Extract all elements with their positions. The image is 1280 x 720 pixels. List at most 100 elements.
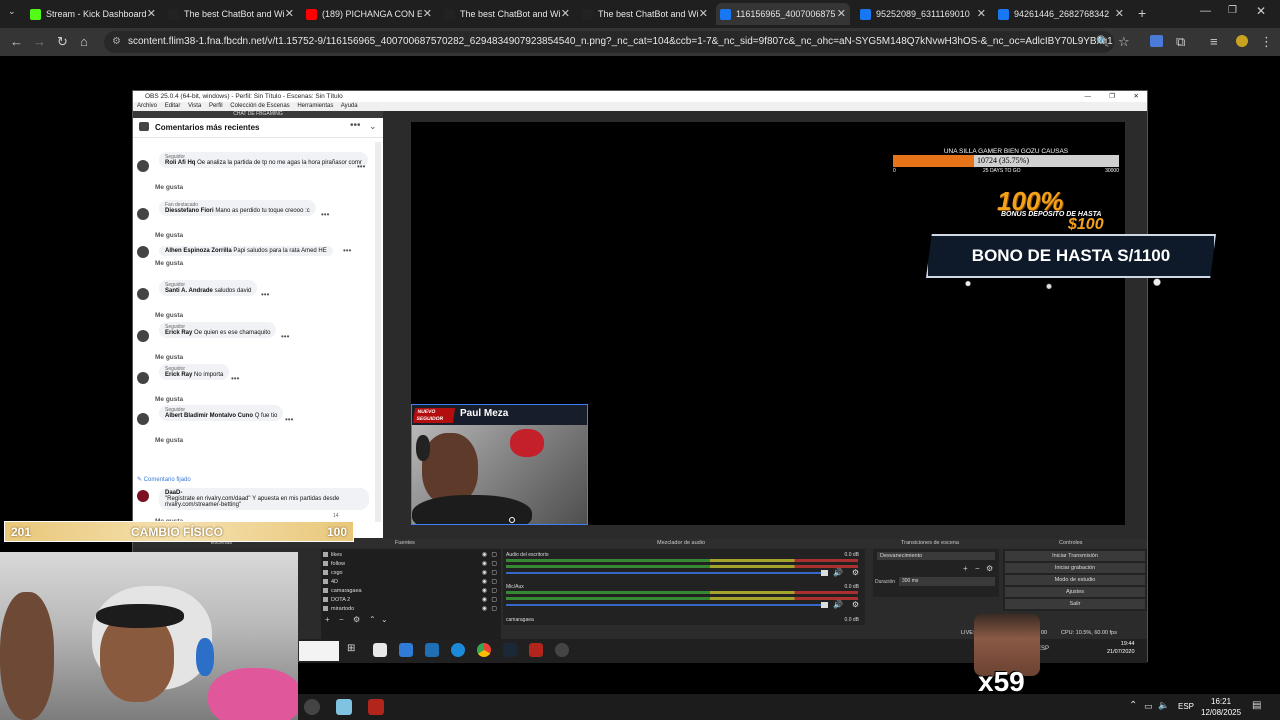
close-tab-icon[interactable]: ✕ — [699, 7, 708, 20]
source-row[interactable]: follow ◉ ▢ — [321, 560, 501, 568]
duration-field[interactable]: 300 ms — [899, 577, 995, 586]
like-link[interactable]: Me gusta — [155, 232, 183, 239]
speaker-icon[interactable]: 🔊 — [833, 568, 843, 577]
lock-icon[interactable]: ▢ — [491, 587, 497, 595]
eye-icon[interactable]: ◉ — [482, 587, 487, 595]
transition-select[interactable]: Desvanecimiento — [877, 552, 995, 560]
volume-slider-handle[interactable] — [821, 602, 828, 608]
eye-icon[interactable]: ◉ — [482, 578, 487, 586]
system-clock[interactable]: 16:21 12/08/2025 — [1201, 696, 1241, 718]
zoom-icon[interactable]: 🔍 — [1096, 35, 1110, 48]
transition-settings-icon[interactable]: ⚙ — [986, 564, 993, 573]
source-row[interactable]: csgo ◉ ▢ — [321, 569, 501, 577]
chat-options-icon[interactable]: ••• — [350, 120, 361, 131]
close-tab-icon[interactable]: ✕ — [423, 7, 432, 20]
comment-author[interactable]: Diesstefano Fiori — [165, 208, 214, 214]
chevron-down-icon[interactable]: ⌄ — [369, 121, 377, 132]
browser-tab[interactable]: 95252089_6311169010 ✕ — [856, 3, 990, 25]
url-field[interactable]: ⚙ scontent.flim38-1.fna.fbcdn.net/v/t1.1… — [104, 31, 1114, 53]
minimize-icon[interactable]: — — [1200, 5, 1211, 17]
bookmark-star-icon[interactable]: ☆ — [1118, 34, 1130, 50]
lock-icon[interactable]: ▢ — [491, 569, 497, 577]
add-source-icon[interactable]: + — [325, 615, 330, 624]
browser-tab[interactable]: 94261446_2682768342 ✕ — [994, 3, 1128, 25]
volume-slider[interactable] — [506, 604, 826, 606]
close-tab-icon[interactable]: ✕ — [1115, 7, 1124, 20]
lock-icon[interactable]: ▢ — [491, 605, 497, 613]
menu-vista[interactable]: Vista — [188, 103, 201, 109]
source-row[interactable]: camaragaea ◉ ▢ — [321, 587, 501, 595]
volume-slider[interactable] — [506, 572, 826, 574]
dota-app-icon[interactable] — [368, 699, 384, 715]
comment-options-icon[interactable]: ••• — [261, 290, 269, 299]
comment-author[interactable]: Roli Afi Hq — [165, 160, 195, 166]
browser-tab[interactable]: (189) PICHANGA CON EL ✕ — [302, 3, 436, 25]
like-link[interactable]: Me gusta — [155, 312, 183, 319]
exit-button[interactable]: Salir — [1005, 599, 1145, 609]
source-row[interactable]: mirartodo ◉ ▢ — [321, 605, 501, 613]
browser-tab[interactable]: 116156965_4007006875 ✕ — [716, 3, 850, 25]
gear-icon[interactable]: ⚙ — [852, 568, 859, 577]
obs-minimize-icon[interactable]: — — [1085, 91, 1092, 102]
obs-preview[interactable]: UNA SILLA GAMER BIEN GOZU CAUSAS 10724 (… — [411, 122, 1216, 525]
notepad-icon[interactable] — [336, 699, 352, 715]
comment-options-icon[interactable]: ••• — [343, 246, 351, 255]
translate-icon[interactable] — [1150, 35, 1163, 47]
browser-tab[interactable]: The best ChatBot and Wi ✕ — [578, 3, 712, 25]
gear-icon[interactable]: ⚙ — [852, 600, 859, 609]
like-link[interactable]: Me gusta — [155, 354, 183, 361]
close-tab-icon[interactable]: ✕ — [147, 7, 156, 20]
eye-icon[interactable]: ◉ — [482, 551, 487, 559]
eye-icon[interactable]: ◉ — [482, 596, 487, 604]
home-icon[interactable]: ⌂ — [80, 34, 88, 49]
comment-author[interactable]: Erick Ray — [165, 372, 192, 378]
tab-search-icon[interactable]: ⌄ — [8, 6, 16, 17]
remove-source-icon[interactable]: − — [339, 615, 344, 624]
volume-icon[interactable]: 🔈 — [1158, 700, 1169, 711]
obs-app-icon[interactable] — [304, 699, 320, 715]
start-streaming-button[interactable]: Iniciar Transmisión — [1005, 551, 1145, 561]
site-info-icon[interactable]: ⚙ — [112, 31, 121, 53]
comment-author[interactable]: Albert Bladimir Montalvo Cuno — [165, 413, 253, 419]
close-window-icon[interactable]: ✕ — [1256, 4, 1266, 18]
eye-icon[interactable]: ◉ — [482, 569, 487, 577]
menu-herramientas[interactable]: Herramientas — [297, 103, 333, 109]
maximize-icon[interactable]: ❐ — [1228, 5, 1237, 16]
avatar[interactable] — [137, 246, 149, 258]
obs-close-icon[interactable]: ✕ — [1134, 91, 1139, 102]
new-tab-button[interactable]: + — [1138, 5, 1146, 21]
lock-icon[interactable]: ▢ — [491, 560, 497, 568]
eye-icon[interactable]: ◉ — [482, 605, 487, 613]
move-down-icon[interactable]: ⌄ — [381, 615, 388, 624]
avatar[interactable] — [137, 208, 149, 220]
comment-author[interactable]: Santi A. Andrade — [165, 288, 213, 294]
menu-editar[interactable]: Editar — [165, 103, 181, 109]
comment-options-icon[interactable]: ••• — [285, 415, 293, 424]
forward-icon[interactable]: → — [33, 34, 46, 49]
language-indicator[interactable]: ESP — [1178, 702, 1194, 711]
close-tab-icon[interactable]: ✕ — [285, 7, 294, 20]
browser-tab[interactable]: The best ChatBot and Wi ✕ — [440, 3, 574, 25]
like-link[interactable]: Me gusta — [155, 184, 183, 191]
notification-icon[interactable]: ▤ — [1252, 700, 1261, 711]
like-link[interactable]: Me gusta — [155, 396, 183, 403]
profile-avatar[interactable] — [1236, 35, 1248, 47]
eye-icon[interactable]: ◉ — [482, 560, 487, 568]
like-link[interactable]: Me gusta — [155, 260, 183, 267]
reading-list-icon[interactable]: ≡ — [1210, 34, 1218, 49]
volume-slider-handle[interactable] — [821, 570, 828, 576]
avatar[interactable] — [137, 160, 149, 172]
lock-icon[interactable]: ▢ — [491, 551, 497, 559]
like-link[interactable]: Me gusta — [155, 437, 183, 444]
menu-icon[interactable]: ⋮ — [1260, 34, 1273, 50]
source-settings-icon[interactable]: ⚙ — [353, 615, 360, 624]
browser-tab[interactable]: Stream - Kick Dashboard ✕ — [26, 3, 160, 25]
add-transition-icon[interactable]: + — [963, 564, 968, 573]
avatar[interactable] — [137, 413, 149, 425]
avatar[interactable] — [137, 372, 149, 384]
comment-author[interactable]: Erick Ray — [165, 330, 192, 336]
close-tab-icon[interactable]: ✕ — [837, 7, 846, 20]
menu-archivo[interactable]: Archivo — [137, 103, 157, 109]
reload-icon[interactable]: ↻ — [57, 34, 68, 50]
remove-transition-icon[interactable]: − — [975, 564, 980, 573]
